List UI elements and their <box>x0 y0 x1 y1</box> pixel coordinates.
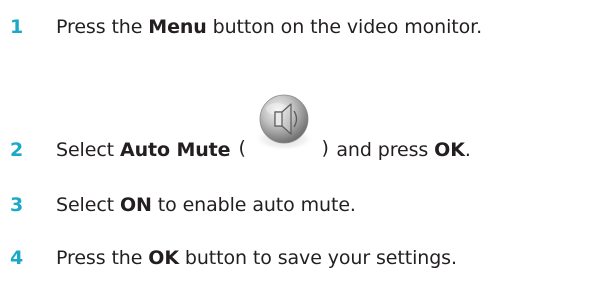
step-text-after: button on the video monitor. <box>206 16 483 38</box>
on-keyword: ON <box>119 194 152 216</box>
step-text: Press the OK button to save your setting… <box>56 247 457 269</box>
step-text-middle: and press <box>330 139 435 161</box>
step-4: 4 Press the OK button to save your setti… <box>10 241 457 275</box>
step-number: 3 <box>10 194 24 216</box>
step-number: 1 <box>10 16 24 38</box>
step-text-before: Select <box>56 139 120 161</box>
step-text: Select Auto Mute () and press OK . <box>56 94 471 167</box>
paren-open: ( <box>238 137 246 159</box>
step-text-before: Select <box>56 194 120 216</box>
auto-mute-icon-group: () <box>230 94 330 167</box>
paren-close: ) <box>321 137 329 159</box>
step-2: 2 Select Auto Mute () and press OK . <box>10 94 471 167</box>
step-text: Press the Menu button on the video monit… <box>56 16 482 38</box>
step-number: 4 <box>10 247 24 269</box>
step-text: Select ON to enable auto mute. <box>56 194 356 216</box>
step-text-after: to enable auto mute. <box>151 194 356 216</box>
step-number: 2 <box>10 139 24 161</box>
step-text-before: Press the <box>56 16 149 38</box>
step-text-after: . <box>464 139 471 161</box>
ok-keyword: OK <box>148 247 179 269</box>
step-1: 1 Press the Menu button on the video mon… <box>10 10 482 44</box>
speaker-icon <box>253 91 315 153</box>
ok-keyword: OK <box>434 139 465 161</box>
auto-mute-keyword: Auto Mute <box>119 139 231 161</box>
step-3: 3 Select ON to enable auto mute. <box>10 188 356 222</box>
menu-keyword: Menu <box>148 16 207 38</box>
step-text-after: button to save your settings. <box>178 247 457 269</box>
step-text-before: Press the <box>56 247 149 269</box>
